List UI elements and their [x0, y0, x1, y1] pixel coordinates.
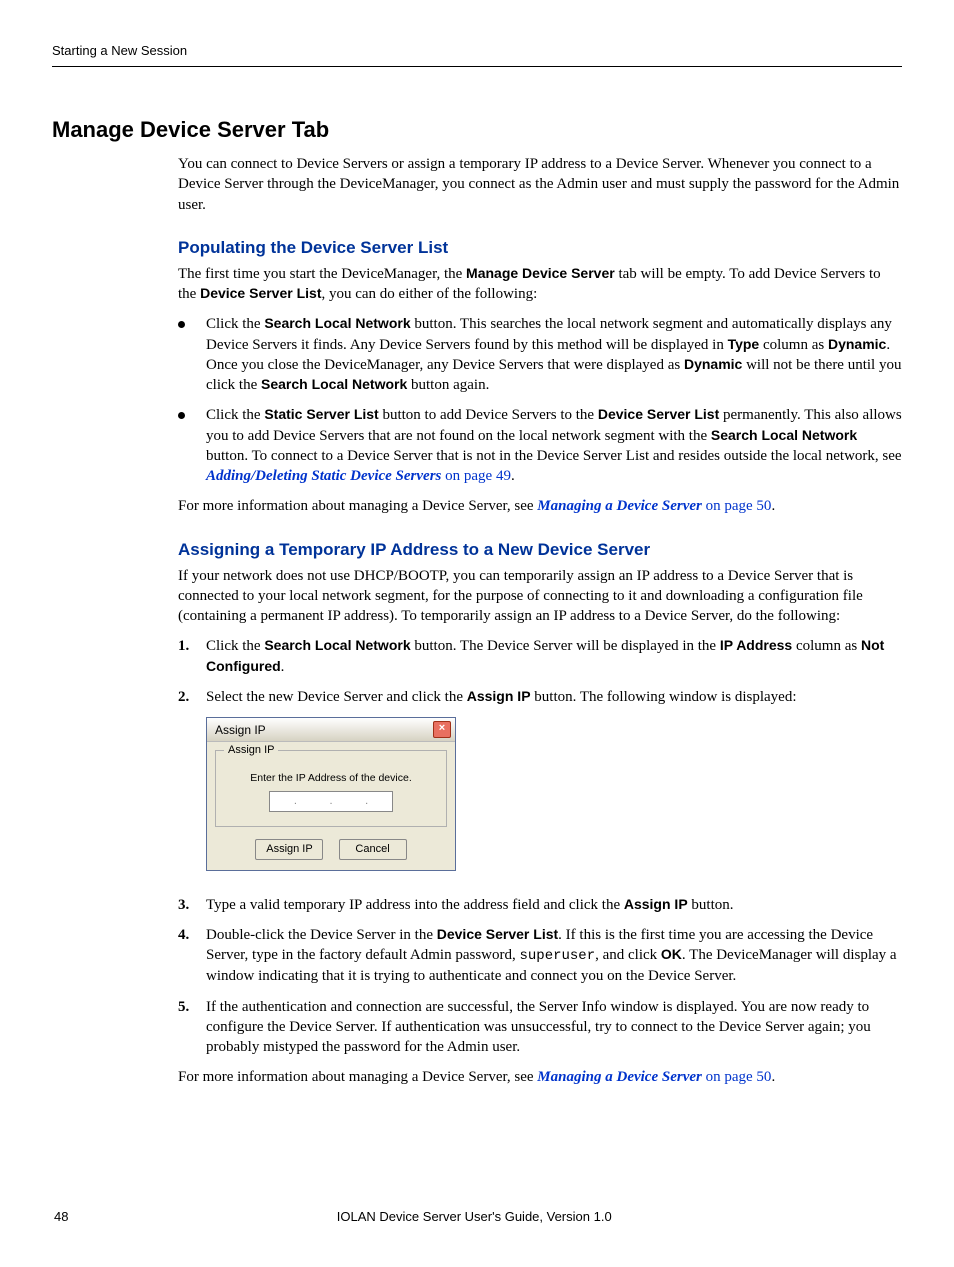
- bullet1-text: Click the Search Local Network button. T…: [206, 314, 902, 395]
- list-item: Click the Static Server List button to a…: [178, 405, 902, 486]
- step-list: 1. Click the Search Local Network button…: [178, 636, 902, 1057]
- page-number: 48: [54, 1208, 68, 1226]
- section2-outro: For more information about managing a De…: [178, 1067, 902, 1087]
- section1-outro: For more information about managing a De…: [178, 496, 902, 516]
- page-footer: 48 IOLAN Device Server User's Guide, Ver…: [52, 1208, 902, 1226]
- step3-text: Type a valid temporary IP address into t…: [206, 895, 902, 915]
- step1-text: Click the Search Local Network button. T…: [206, 636, 902, 677]
- step4-text: Double-click the Device Server in the De…: [206, 925, 902, 986]
- step-number: 5.: [178, 997, 206, 1058]
- step5-text: If the authentication and connection are…: [206, 997, 902, 1058]
- assign-ip-dialog: Assign IP × Assign IP Enter the IP Addre…: [206, 717, 456, 871]
- section1-intro: The first time you start the DeviceManag…: [178, 264, 902, 305]
- section2-intro: If your network does not use DHCP/BOOTP,…: [178, 566, 902, 627]
- dialog-titlebar: Assign IP ×: [207, 718, 455, 742]
- link-managing-device-server-1[interactable]: Managing a Device Server on page 50: [537, 498, 771, 514]
- step2-text: Select the new Device Server and click t…: [206, 687, 902, 885]
- heading-assign-temp-ip: Assigning a Temporary IP Address to a Ne…: [178, 539, 902, 562]
- heading-h1: Manage Device Server Tab: [52, 115, 902, 145]
- bullet-icon: [178, 314, 206, 395]
- bullet2-text: Click the Static Server List button to a…: [206, 405, 902, 486]
- list-item: 1. Click the Search Local Network button…: [178, 636, 902, 677]
- footer-text: IOLAN Device Server User's Guide, Versio…: [68, 1208, 880, 1226]
- heading-populating: Populating the Device Server List: [178, 237, 902, 260]
- step-number: 3.: [178, 895, 206, 915]
- list-item: 3. Type a valid temporary IP address int…: [178, 895, 902, 915]
- list-item: 4. Double-click the Device Server in the…: [178, 925, 902, 986]
- ip-address-input[interactable]: . . .: [269, 791, 393, 812]
- step-number: 4.: [178, 925, 206, 986]
- dialog-prompt: Enter the IP Address of the device.: [224, 771, 438, 785]
- list-item: 2. Select the new Device Server and clic…: [178, 687, 902, 885]
- link-add-delete-static[interactable]: Adding/Deleting Static Device Servers on…: [206, 468, 511, 484]
- intro-paragraph: You can connect to Device Servers or ass…: [178, 154, 902, 215]
- list-item: Click the Search Local Network button. T…: [178, 314, 902, 395]
- list-item: 5. If the authentication and connection …: [178, 997, 902, 1058]
- cancel-button[interactable]: Cancel: [339, 839, 407, 860]
- step-number: 1.: [178, 636, 206, 677]
- assign-ip-button[interactable]: Assign IP: [255, 839, 323, 860]
- fieldset-legend: Assign IP: [224, 743, 278, 758]
- dialog-buttons: Assign IP Cancel: [207, 835, 455, 870]
- link-managing-device-server-2[interactable]: Managing a Device Server on page 50: [537, 1069, 771, 1085]
- bullet-icon: [178, 405, 206, 486]
- dialog-title: Assign IP: [215, 722, 266, 738]
- running-header: Starting a New Session: [52, 42, 902, 67]
- step-number: 2.: [178, 687, 206, 885]
- dialog-fieldset: Assign IP Enter the IP Address of the de…: [215, 750, 447, 827]
- bullet-list: Click the Search Local Network button. T…: [178, 314, 902, 486]
- close-icon[interactable]: ×: [433, 721, 451, 738]
